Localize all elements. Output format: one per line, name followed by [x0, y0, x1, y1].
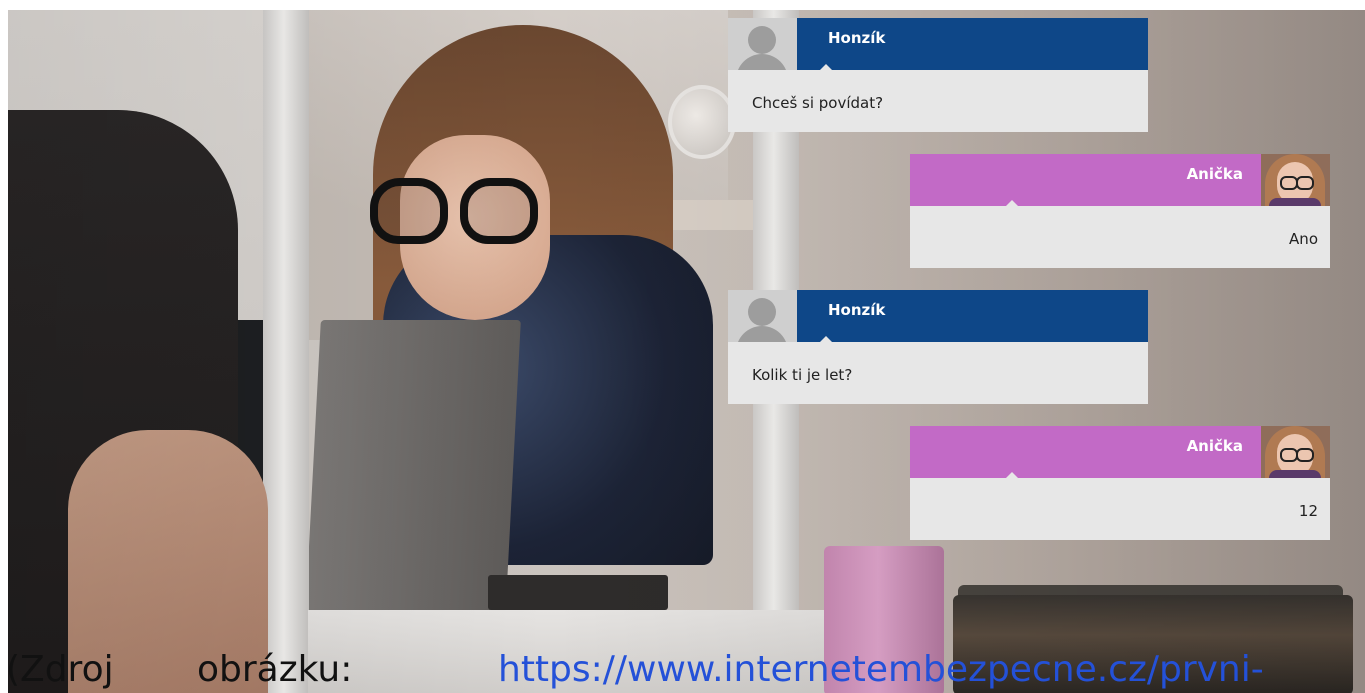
chat-message: Kolik ti je let? Honzík — [728, 290, 1148, 404]
chat-message: 12 Anička — [910, 426, 1330, 540]
bubble-notch — [1005, 472, 1019, 479]
bubble-notch — [819, 336, 833, 343]
girl-avatar-icon — [1261, 426, 1330, 478]
sender-name: Honzík — [828, 301, 886, 319]
video-frame — [8, 10, 1365, 693]
image-source-caption: (Zdroj obrázku: https://www.internetembe… — [0, 646, 1365, 693]
user-avatar-icon — [728, 18, 797, 70]
message-text: Chceš si povídat? — [752, 94, 884, 112]
message-body: Kolik ti je let? — [728, 342, 1148, 404]
caption-source-label: (Zdroj — [6, 649, 114, 690]
message-body: 12 — [910, 478, 1330, 540]
chat-message: Chceš si povídat? Honzík — [728, 18, 1148, 132]
message-text: Kolik ti je let? — [752, 366, 853, 384]
bubble-notch — [1005, 200, 1019, 207]
chat-message: Ano Anička — [910, 154, 1330, 268]
message-body: Ano — [910, 206, 1330, 268]
scene-shading — [8, 10, 1365, 693]
girl-avatar-icon — [1261, 154, 1330, 206]
source-link[interactable]: https://www.internetembezpecne.cz/prvni- — [498, 646, 1264, 693]
user-avatar-icon — [728, 290, 797, 342]
message-text: Ano — [1289, 230, 1318, 248]
bubble-notch — [819, 64, 833, 71]
message-text: 12 — [1298, 502, 1318, 520]
sender-name: Anička — [1186, 437, 1243, 455]
caption-image-label: obrázku: — [197, 649, 353, 690]
sender-name: Honzík — [828, 29, 886, 47]
sender-name: Anička — [1186, 165, 1243, 183]
message-body: Chceš si povídat? — [728, 70, 1148, 132]
